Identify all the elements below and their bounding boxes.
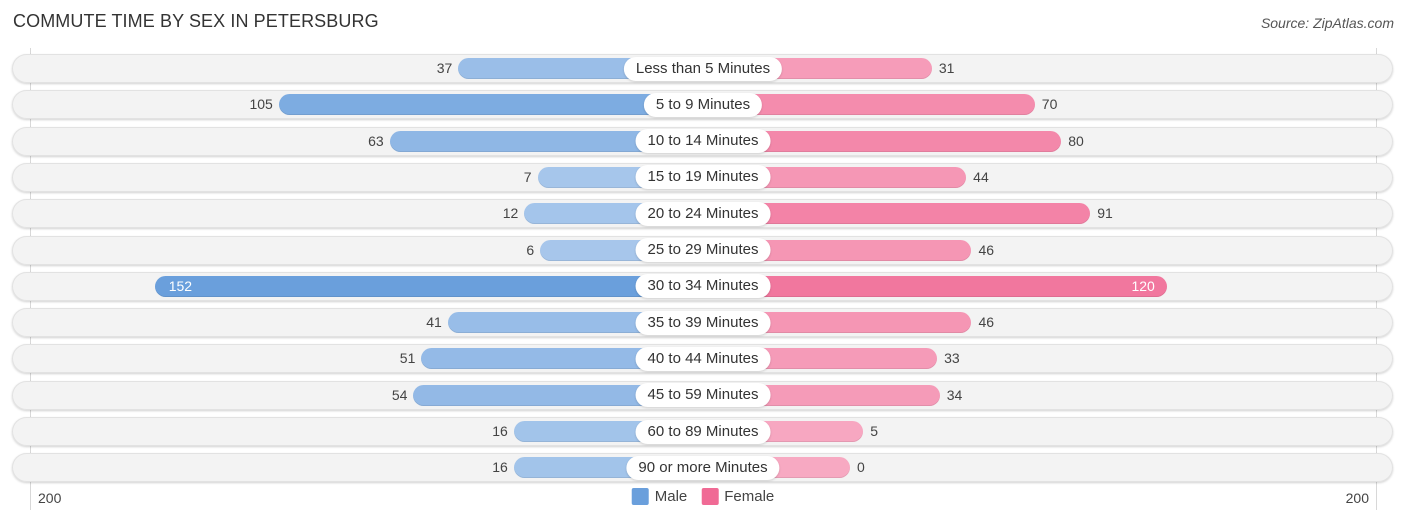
legend-label-female: Female <box>724 488 775 505</box>
female-value-label: 80 <box>1068 132 1084 149</box>
category-label: 45 to 59 Minutes <box>635 383 771 408</box>
male-value-label: 152 <box>168 277 193 294</box>
category-label: 30 to 34 Minutes <box>635 274 771 299</box>
female-value-label: 0 <box>857 459 865 476</box>
female-value-label: 44 <box>973 168 989 185</box>
female-value-label: 31 <box>938 60 955 76</box>
male-value-label: 6 <box>526 241 535 258</box>
axis-label-left: 200 <box>38 490 62 506</box>
legend-item-female: Female <box>701 488 774 505</box>
male-value-label: 12 <box>502 205 519 222</box>
female-bar <box>703 275 1167 297</box>
category-label: 25 to 29 Minutes <box>635 238 771 262</box>
male-value-label: 105 <box>249 96 273 113</box>
female-value-label: 91 <box>1097 205 1113 222</box>
male-value-label: 54 <box>391 386 408 403</box>
male-value-label: 63 <box>368 132 384 149</box>
axis-label-right: 200 <box>1345 490 1369 506</box>
legend-item-male: Male <box>631 488 688 505</box>
source-label: Source: ZipAtlas.com <box>1260 15 1394 31</box>
female-value-label: 46 <box>978 314 995 331</box>
male-value-label: 41 <box>426 314 442 331</box>
category-label: 5 to 9 Minutes <box>643 92 763 117</box>
category-label: 40 to 44 Minutes <box>635 346 771 371</box>
category-label: 60 to 89 Minutes <box>635 419 771 444</box>
legend: Male Female <box>631 488 774 505</box>
male-bar <box>278 94 703 116</box>
female-value-label: 5 <box>870 423 878 439</box>
category-label: 10 to 14 Minutes <box>635 129 771 154</box>
legend-label-male: Male <box>654 488 688 505</box>
female-value-label: 70 <box>1041 96 1058 113</box>
legend-swatch-male <box>631 488 649 505</box>
chart-title: COMMUTE TIME BY SEX IN PETERSBURG <box>13 11 379 31</box>
female-value-label: 120 <box>1131 277 1155 294</box>
legend-swatch-female <box>701 488 719 505</box>
male-value-label: 37 <box>436 60 453 76</box>
category-label: 20 to 24 Minutes <box>635 201 771 226</box>
male-value-label: 16 <box>492 423 508 439</box>
male-value-label: 16 <box>492 459 508 476</box>
male-bar <box>154 275 703 297</box>
female-value-label: 46 <box>978 241 995 258</box>
category-label: 15 to 19 Minutes <box>635 165 771 190</box>
category-label: 35 to 39 Minutes <box>635 310 771 335</box>
female-value-label: 34 <box>946 386 963 403</box>
category-label: 90 or more Minutes <box>626 455 780 480</box>
category-label: Less than 5 Minutes <box>623 56 783 81</box>
male-value-label: 51 <box>399 350 416 367</box>
female-value-label: 33 <box>944 350 960 367</box>
male-value-label: 7 <box>523 168 532 185</box>
